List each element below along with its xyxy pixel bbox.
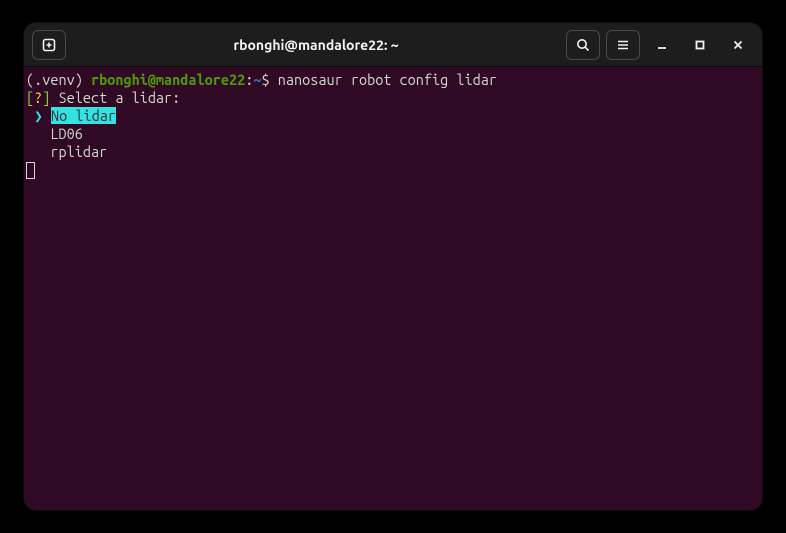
option-line[interactable]: rplidar bbox=[26, 143, 760, 161]
question-line: [?] Select a lidar: bbox=[26, 89, 760, 107]
cursor-line bbox=[26, 161, 760, 179]
option-indent bbox=[26, 143, 50, 161]
search-icon bbox=[575, 37, 591, 53]
option-indent bbox=[26, 125, 50, 143]
option-line[interactable]: LD06 bbox=[26, 125, 760, 143]
venv-label: (.venv) bbox=[26, 71, 91, 88]
option-selected: No lidar bbox=[51, 107, 116, 124]
window-title: rbonghi@mandalore22: ~ bbox=[72, 37, 560, 53]
selection-pointer: ❯ bbox=[26, 107, 51, 125]
question-text: Select a lidar: bbox=[50, 89, 180, 106]
close-icon bbox=[732, 39, 744, 51]
terminal-window: rbonghi@mandalore22: ~ bbox=[24, 23, 762, 510]
new-tab-icon bbox=[41, 37, 57, 53]
new-tab-button[interactable] bbox=[32, 30, 66, 60]
prompt-path: ~ bbox=[253, 71, 261, 88]
titlebar: rbonghi@mandalore22: ~ bbox=[24, 23, 762, 67]
maximize-icon bbox=[694, 39, 706, 51]
search-button[interactable] bbox=[566, 30, 600, 60]
minimize-button[interactable] bbox=[646, 30, 678, 60]
option-label: rplidar bbox=[50, 143, 107, 160]
titlebar-right bbox=[566, 30, 754, 60]
command-text: nanosaur robot config lidar bbox=[278, 71, 497, 88]
prompt-dollar: $ bbox=[262, 71, 278, 88]
option-label: LD06 bbox=[50, 125, 82, 142]
menu-button[interactable] bbox=[606, 30, 640, 60]
user-host: rbonghi@mandalore22 bbox=[91, 71, 245, 88]
maximize-button[interactable] bbox=[684, 30, 716, 60]
terminal-body[interactable]: (.venv) rbonghi@mandalore22:~$ nanosaur … bbox=[24, 67, 762, 510]
bracket-open: [ bbox=[26, 89, 34, 106]
option-selected-line[interactable]: ❯ No lidar bbox=[26, 107, 760, 125]
cursor bbox=[26, 162, 35, 179]
close-button[interactable] bbox=[722, 30, 754, 60]
minimize-icon bbox=[656, 39, 668, 51]
hamburger-icon bbox=[615, 37, 631, 53]
prompt-line: (.venv) rbonghi@mandalore22:~$ nanosaur … bbox=[26, 71, 760, 89]
